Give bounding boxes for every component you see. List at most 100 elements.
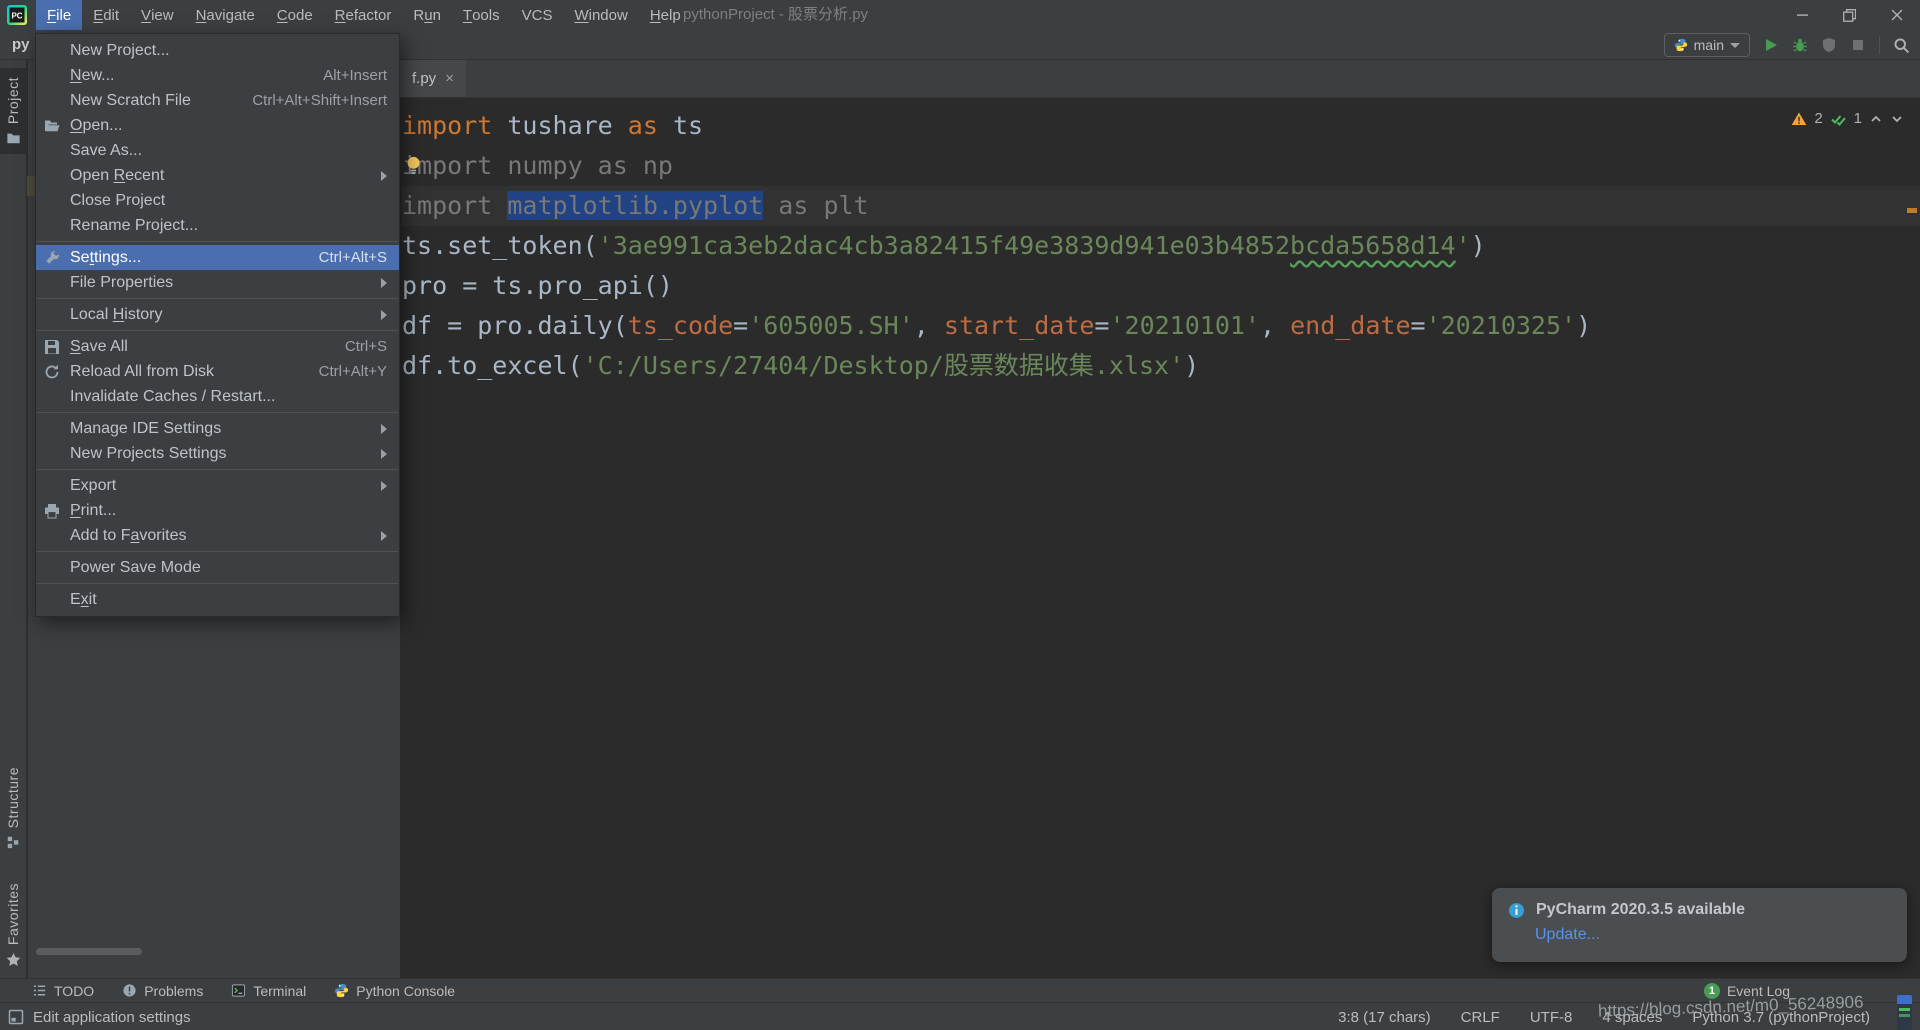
file-menu-item-close-project[interactable]: Close Project [36,188,399,213]
ok-check-icon [1830,111,1847,127]
menubar-item-vcs[interactable]: VCS [511,0,564,30]
file-menu-item-new-projects-settings[interactable]: New Projects Settings [36,441,399,466]
search-everywhere-button[interactable] [1893,37,1910,54]
chevron-down-icon[interactable] [1890,112,1904,126]
tool-window-switcher-icon[interactable] [8,1009,24,1025]
run-configuration-selector[interactable]: main [1664,33,1750,57]
toolwindow-button-problems[interactable]: Problems [108,979,217,1003]
file-menu-item-new[interactable]: New...Alt+Insert [36,63,399,88]
file-menu-item-add-to-favorites[interactable]: Add to Favorites [36,523,399,548]
code-editor[interactable]: import tushare as tsimport numpy as npim… [400,98,1920,978]
code-line-3[interactable]: import matplotlib.pyplot as plt [402,186,1920,226]
toolwindow-button-terminal[interactable]: Terminal [217,979,320,1003]
menubar-item-view[interactable]: View [130,0,185,30]
debug-button[interactable] [1792,37,1808,53]
file-menu-item-new-project[interactable]: New Project... [36,38,399,63]
error-stripe-mark[interactable] [1907,208,1917,213]
reload-icon [44,364,70,380]
menu-item-label: Power Save Mode [70,559,201,577]
menu-shortcut: Ctrl+Alt+Shift+Insert [252,92,387,109]
file-menu-item-new-scratch-file[interactable]: New Scratch FileCtrl+Alt+Shift+Insert [36,88,399,113]
stop-button[interactable] [1850,37,1866,53]
file-menu-item-power-save-mode[interactable]: Power Save Mode [36,555,399,580]
toolwindow-button-todo[interactable]: TODO [18,979,108,1003]
file-menu-popup: New Project... New...Alt+InsertNew Scratc… [35,33,400,617]
minimize-button[interactable] [1779,0,1826,30]
folder-open-icon [44,118,70,134]
menubar-item-refactor[interactable]: Refactor [324,0,403,30]
inspections-widget[interactable]: 2 1 [1791,110,1904,127]
code-token: pro = ts.pro_api() [402,271,673,300]
menu-item-label: Open Recent [70,167,164,185]
editor-tab[interactable]: f.py × [400,60,466,97]
code-line-7[interactable]: df.to_excel('C:/Users/27404/Desktop/股票数据… [402,346,1920,386]
restore-button[interactable] [1826,0,1873,30]
stripe-tab-favorites[interactable]: Favorites [0,874,26,976]
file-menu-item-open[interactable]: Open... [36,113,399,138]
stripe-tab-structure[interactable]: Structure [0,758,26,858]
file-menu-item-print[interactable]: Print... [36,498,399,523]
run-toolbar: main [1664,30,1910,60]
menubar-item-navigate[interactable]: Navigate [185,0,266,30]
left-tool-window-stripe: Project Structure Favorites [0,60,27,978]
file-menu-item-exit[interactable]: Exit [36,587,399,612]
python-icon [334,983,349,998]
tool-window-bar: TODOProblemsTerminalPython Console 1 Eve… [0,978,1920,1002]
close-button[interactable] [1873,0,1920,30]
code-line-4[interactable]: ts.set_token('3ae991ca3eb2dac4cb3a82415f… [402,226,1920,266]
status-segment-utf-8[interactable]: UTF-8 [1530,1009,1573,1026]
update-link[interactable]: Update... [1535,926,1891,944]
menu-icon-slot [44,43,70,59]
file-menu-item-reload-all-from-disk[interactable]: Reload All from DiskCtrl+Alt+Y [36,359,399,384]
menu-item-label: Save All [70,338,128,356]
tab-close-icon[interactable]: × [445,70,454,87]
menu-item-label: Print... [70,502,116,520]
warning-icon [1791,111,1807,127]
menu-icon-slot [44,143,70,159]
menu-item-label: New Project... [70,42,170,60]
submenu-arrow-icon [381,310,387,320]
file-menu-item-save-all[interactable]: Save AllCtrl+S [36,334,399,359]
file-menu-item-rename-project[interactable]: Rename Project... [36,213,399,238]
stripe-tab-project[interactable]: Project [0,68,26,154]
chevron-up-icon[interactable] [1869,112,1883,126]
code-line-6[interactable]: df = pro.daily(ts_code='605005.SH', star… [402,306,1920,346]
menu-icon-slot [44,193,70,209]
menubar-item-edit[interactable]: Edit [82,0,130,30]
code-line-1[interactable]: import tushare as ts [402,106,1920,146]
intention-lightbulb-icon[interactable] [405,155,422,177]
file-menu-item-manage-ide-settings[interactable]: Manage IDE Settings [36,416,399,441]
status-segment-3-8-17-chars[interactable]: 3:8 (17 chars) [1338,1009,1431,1026]
file-menu-item-invalidate-caches-restart[interactable]: Invalidate Caches / Restart... [36,384,399,409]
file-menu-item-file-properties[interactable]: File Properties [36,270,399,295]
menubar-item-window[interactable]: Window [563,0,638,30]
code-token: , [1260,311,1290,340]
menubar-item-code[interactable]: Code [266,0,324,30]
file-menu-item-settings[interactable]: Settings...Ctrl+Alt+S [36,245,399,270]
minimize-icon [1797,9,1809,21]
toolwindow-button-python-console[interactable]: Python Console [320,979,469,1003]
submenu-arrow-icon [381,278,387,288]
file-menu-item-export[interactable]: Export [36,473,399,498]
code-line-5[interactable]: pro = ts.pro_api() [402,266,1920,306]
menu-separator [37,241,398,242]
menubar-item-file[interactable]: File [36,0,82,30]
breadcrumb[interactable]: py [12,30,30,60]
stripe-tab-label: Project [5,77,21,124]
submenu-arrow-icon [381,278,387,288]
run-config-name: main [1694,37,1724,53]
code-line-2[interactable]: import numpy as np [402,146,1920,186]
file-menu-item-open-recent[interactable]: Open Recent [36,163,399,188]
menubar-item-tools[interactable]: Tools [452,0,511,30]
run-button[interactable] [1763,37,1779,53]
code-token: ts_code [628,311,733,340]
menu-item-label: Rename Project... [70,217,198,235]
horizontal-scrollbar[interactable] [36,948,142,955]
file-menu-item-local-history[interactable]: Local History [36,302,399,327]
run-with-coverage-button[interactable] [1821,37,1837,53]
menubar-item-run[interactable]: Run [402,0,452,30]
file-menu-item-save-as[interactable]: Save As... [36,138,399,163]
code-token: ' [1456,231,1471,260]
todo-icon [32,983,47,998]
status-segment-crlf[interactable]: CRLF [1461,1009,1500,1026]
